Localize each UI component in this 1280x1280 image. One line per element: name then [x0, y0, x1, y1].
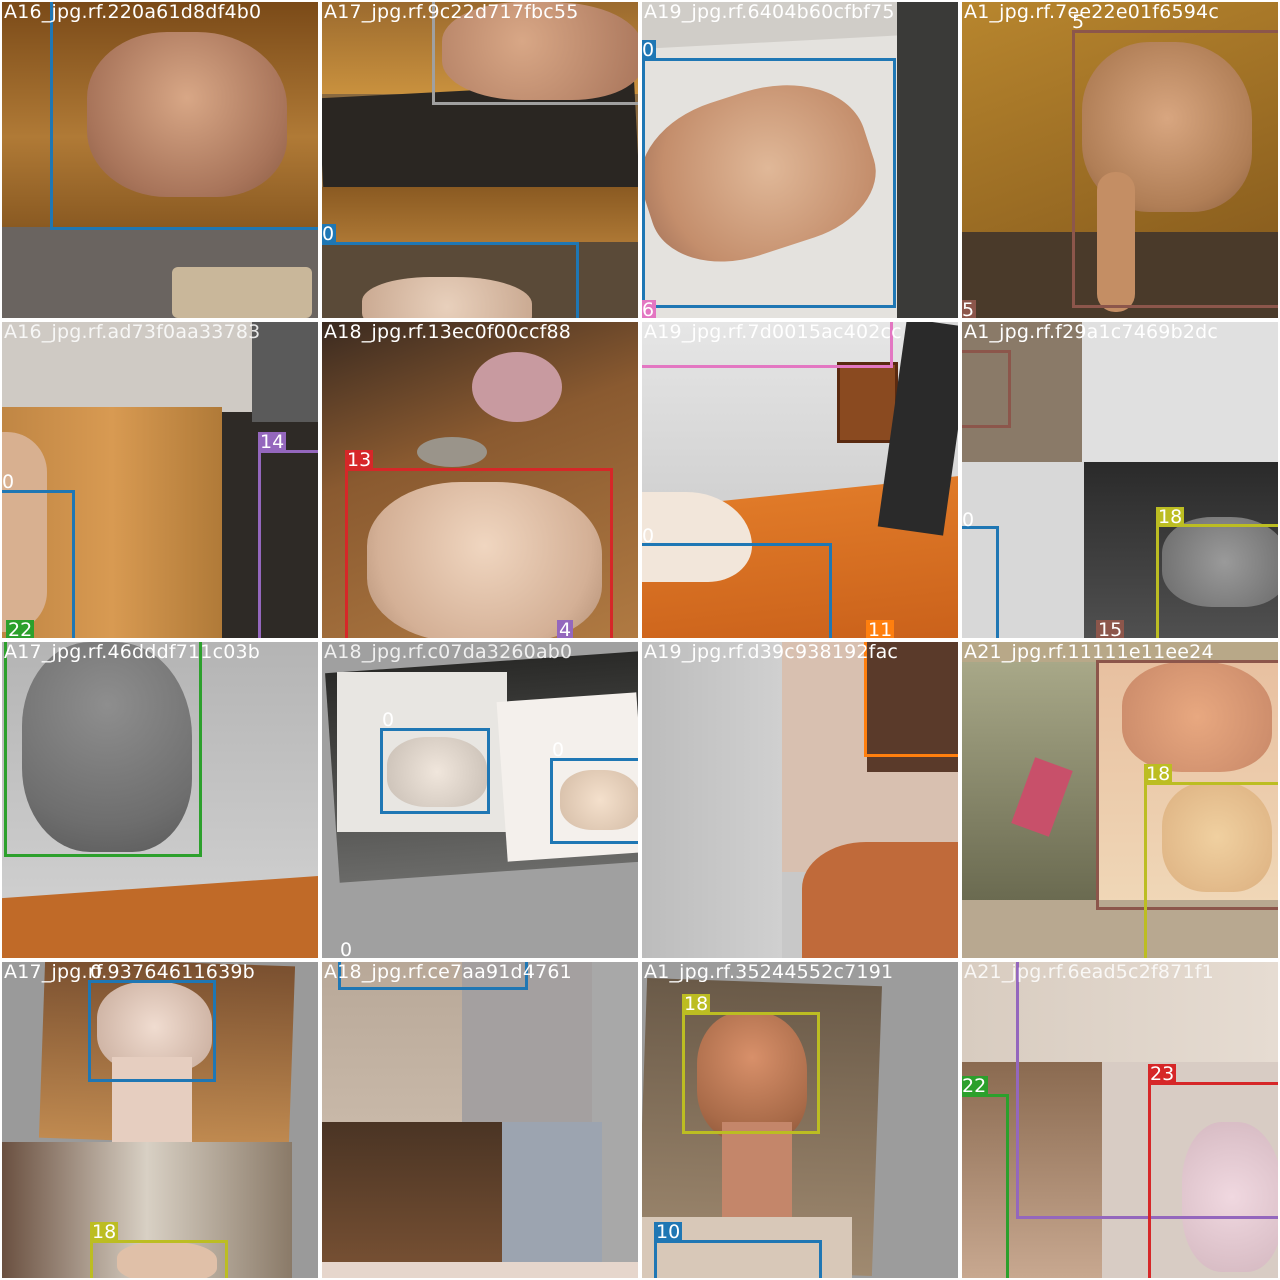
- bounding-box: [962, 1094, 1009, 1278]
- keyboard: [897, 2, 958, 318]
- image-tile: 0 0 0 A18_jpg.rf.c07da3260ab0: [322, 642, 638, 958]
- class-label: 18: [1156, 506, 1185, 528]
- bounding-box: [642, 58, 896, 308]
- bounding-box: [258, 450, 318, 638]
- image-tile: 18 10 A1_jpg.rf.35244552c7191: [642, 962, 958, 1278]
- class-label: 5: [962, 299, 977, 318]
- class-label: 18: [682, 993, 711, 1015]
- bounding-box: [50, 2, 318, 230]
- image-tile: A16_jpg.rf.220a61d8df4b0: [2, 2, 318, 318]
- class-label: 11: [866, 619, 895, 638]
- class-label: 0: [340, 939, 353, 958]
- class-label: 0: [90, 962, 103, 983]
- class-label: 10: [654, 1221, 683, 1243]
- class-label: 0: [962, 509, 975, 531]
- bounding-box: [90, 1240, 228, 1278]
- wooden-door: [322, 1122, 502, 1278]
- bounding-box: [322, 242, 579, 318]
- bounding-box: [1156, 524, 1278, 638]
- skin-area: [802, 842, 958, 958]
- class-label: 5: [1072, 11, 1085, 33]
- bounding-box: [962, 350, 1011, 428]
- class-label: 22: [962, 1075, 989, 1097]
- image-tile: 18 A21_jpg.rf.11111e11ee24: [962, 642, 1278, 958]
- window-room: [502, 1122, 602, 1278]
- bounding-box: [642, 543, 832, 638]
- appliance: [252, 322, 318, 422]
- bounding-box: [654, 1240, 822, 1278]
- class-label: 23: [1148, 1063, 1177, 1085]
- class-label: 15: [1096, 619, 1125, 638]
- arm: [722, 1122, 792, 1232]
- jars: [172, 267, 312, 318]
- wall: [1082, 322, 1278, 462]
- class-label: 0: [382, 709, 395, 731]
- image-tile: 13 4 A18_jpg.rf.13ec0f00ccf88: [322, 322, 638, 638]
- class-label: 14: [258, 431, 287, 453]
- bounding-box: [962, 526, 999, 638]
- bounding-box: [4, 642, 202, 857]
- bounding-box: [338, 962, 528, 990]
- flowers: [472, 352, 562, 422]
- tile-filename: A19_jpg.rf.6404b60cfbf75: [644, 2, 895, 23]
- class-label: 6: [642, 299, 657, 318]
- class-label: 18: [1144, 763, 1173, 785]
- class-label: 18: [90, 1221, 119, 1243]
- image-tile: A17_jpg.rf.46dddf711c03b: [2, 642, 318, 958]
- bounding-box: [1072, 30, 1278, 308]
- image-tile: 0 6 A19_jpg.rf.6404b60cfbf75: [642, 2, 958, 318]
- image-tile: 0 A17_jpg.rf.9c22d717fbc55: [322, 2, 638, 318]
- lamp-base: [417, 437, 487, 467]
- class-label: 0: [322, 223, 337, 245]
- skin-area: [322, 1262, 638, 1278]
- image-tile: 0 18 A17_jpg.rf.93764611639b: [2, 962, 318, 1278]
- picture-frame: [837, 362, 898, 443]
- image-tile: 24 22 23 A21_jpg.rf.6ead5c2f871f1: [962, 962, 1278, 1278]
- bounding-box: [1148, 1082, 1278, 1278]
- class-label: 0: [552, 739, 565, 761]
- image-tile: 5 5 A1_jpg.rf.7ee22e01f6594c: [962, 2, 1278, 318]
- bounding-box: [682, 1012, 820, 1134]
- bounding-box: [1144, 782, 1278, 958]
- wall: [2, 322, 252, 412]
- bounding-box: [432, 2, 638, 105]
- class-label: 0: [642, 39, 657, 61]
- image-tile: 0 11 A19_jpg.rf.7d0015ac402cc: [642, 322, 958, 638]
- class-label: 0: [2, 471, 15, 493]
- wooden-shelf: [322, 187, 638, 247]
- image-mosaic: A16_jpg.rf.220a61d8df4b0 0 A17_jpg.rf.9c…: [0, 0, 1280, 1280]
- bounding-box: [345, 468, 613, 638]
- image-tile: 14 0 22 A16_jpg.rf.ad73f0aa33783: [2, 322, 318, 638]
- bounding-box: [88, 980, 216, 1082]
- class-label: 4: [557, 619, 574, 638]
- bounding-box: [550, 758, 638, 844]
- image-tile: A19_jpg.rf.d39c938192fac: [642, 642, 958, 958]
- bounding-box: [864, 642, 958, 757]
- bounding-box: [642, 322, 893, 368]
- bounding-box: [2, 490, 75, 638]
- class-label: 22: [6, 619, 35, 638]
- class-label: 13: [345, 449, 374, 471]
- gray-wall: [642, 642, 782, 958]
- image-tile: A18_jpg.rf.ce7aa91d4761: [322, 962, 638, 1278]
- class-label: 0: [642, 525, 655, 547]
- bounding-box: [380, 728, 490, 814]
- image-tile: 0 18 15 A1_jpg.rf.f29a1c7469b2dc: [962, 322, 1278, 638]
